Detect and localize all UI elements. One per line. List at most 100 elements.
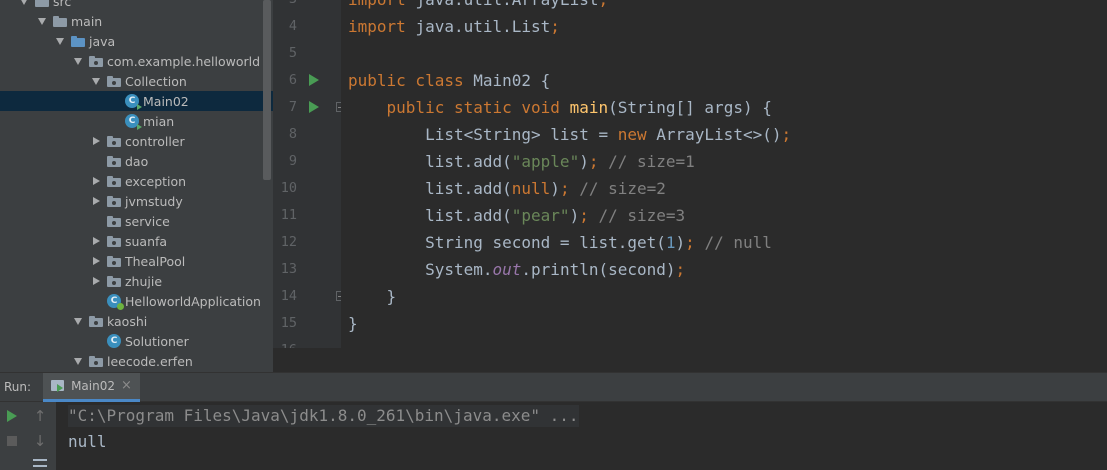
tree-item-solutioner[interactable]: C Solutioner bbox=[0, 331, 273, 351]
chevron-down-icon[interactable] bbox=[37, 16, 47, 26]
code-token: java.util.ArrayList bbox=[415, 0, 598, 9]
code-line: list.add("pear"); // size=3 bbox=[348, 202, 685, 229]
run-gutter-icon[interactable] bbox=[309, 101, 319, 113]
code-line: import java.util.ArrayList; bbox=[348, 0, 608, 13]
arrow-down-icon[interactable]: ↓ bbox=[30, 431, 50, 451]
tree-item-label: Solutioner bbox=[125, 333, 189, 349]
chevron-right-icon[interactable] bbox=[91, 196, 101, 206]
tree-item-suanfa[interactable]: suanfa bbox=[0, 231, 273, 251]
chevron-right-icon[interactable] bbox=[91, 236, 101, 246]
code-editor[interactable]: import java.util.ArrayList;import java.u… bbox=[341, 0, 1107, 348]
editor-bottom-area bbox=[273, 348, 1107, 372]
folder-icon bbox=[35, 0, 49, 7]
package-icon bbox=[107, 195, 121, 207]
run-gutter-icon[interactable] bbox=[309, 74, 319, 86]
tree-item-main[interactable]: main bbox=[0, 11, 273, 31]
run-config-icon bbox=[51, 379, 67, 393]
console-command-line: "C:\Program Files\Java\jdk1.8.0_261\bin\… bbox=[68, 405, 579, 427]
tree-item-service[interactable]: service bbox=[0, 211, 273, 231]
tree-item-thealpool[interactable]: ThealPool bbox=[0, 251, 273, 271]
code-line: String second = list.get(1); // null bbox=[348, 229, 772, 256]
tree-item-main02[interactable]: C Main02 bbox=[0, 91, 273, 111]
tree-item-kaoshi[interactable]: kaoshi bbox=[0, 311, 273, 331]
code-line: import java.util.List; bbox=[348, 13, 560, 40]
code-token: .println(second) bbox=[521, 260, 676, 279]
package-icon bbox=[89, 55, 103, 67]
code-token: ArrayList<>() bbox=[656, 125, 782, 144]
package-icon bbox=[107, 155, 121, 167]
tree-item-label: controller bbox=[125, 133, 185, 149]
code-token: main bbox=[569, 98, 609, 117]
chevron-down-icon[interactable] bbox=[73, 356, 83, 366]
code-line: public static void main(String[] args) { bbox=[348, 94, 772, 121]
run-toolbar: ↑ ↓ bbox=[0, 402, 56, 470]
run-panel-header: Run: Main02 × bbox=[0, 372, 1107, 402]
tree-item-java[interactable]: java bbox=[0, 31, 273, 51]
console-output[interactable]: "C:\Program Files\Java\jdk1.8.0_261\bin\… bbox=[56, 402, 1107, 470]
chevron-right-icon[interactable] bbox=[91, 256, 101, 266]
tree-item-collection[interactable]: Collection bbox=[0, 71, 273, 91]
tree-scrollbar[interactable] bbox=[263, 0, 271, 180]
tree-item-dao[interactable]: dao bbox=[0, 151, 273, 171]
chevron-right-icon[interactable] bbox=[91, 276, 101, 286]
code-token: out bbox=[492, 260, 522, 279]
chevron-down-icon[interactable] bbox=[91, 76, 101, 86]
tree-item-controller[interactable]: controller bbox=[0, 131, 273, 151]
line-number: 13 bbox=[280, 261, 297, 277]
code-token: java.util.List bbox=[415, 17, 551, 36]
code-token: list.add( bbox=[348, 152, 512, 171]
chevron-down-icon[interactable] bbox=[55, 36, 65, 46]
stop-button[interactable] bbox=[2, 431, 22, 451]
line-number: 12 bbox=[280, 234, 297, 250]
tree-item-label: service bbox=[125, 213, 170, 229]
java-class-icon: C bbox=[125, 94, 142, 110]
close-icon[interactable]: × bbox=[121, 378, 132, 393]
rerun-button[interactable] bbox=[2, 406, 22, 426]
soft-wrap-icon[interactable] bbox=[30, 456, 50, 470]
tree-item-label: exception bbox=[125, 173, 187, 189]
package-icon bbox=[107, 275, 121, 287]
code-token: ) bbox=[675, 233, 686, 252]
chevron-down-icon[interactable] bbox=[19, 0, 29, 6]
tree-item-label: ThealPool bbox=[125, 253, 186, 269]
chevron-right-icon[interactable] bbox=[91, 176, 101, 186]
chevron-down-icon[interactable] bbox=[73, 316, 83, 326]
tree-item-label: HelloworldApplication bbox=[125, 293, 261, 309]
tree-item-label: kaoshi bbox=[107, 313, 148, 329]
tree-item-com-example-helloworld[interactable]: com.example.helloworld bbox=[0, 51, 273, 71]
package-icon bbox=[107, 175, 121, 187]
code-token: null bbox=[511, 179, 551, 198]
tree-item-label: leecode.erfen bbox=[107, 353, 193, 369]
package-icon bbox=[107, 215, 121, 227]
folder-icon bbox=[71, 35, 85, 47]
code-token: ) bbox=[579, 152, 589, 171]
tree-item-label: zhujie bbox=[125, 273, 163, 289]
run-tab-label: Main02 bbox=[71, 378, 115, 393]
tree-item-jvmstudy[interactable]: jvmstudy bbox=[0, 191, 273, 211]
chevron-down-icon[interactable] bbox=[73, 56, 83, 66]
tree-item-helloworldapplication[interactable]: C HelloworldApplication bbox=[0, 291, 273, 311]
code-token: // size=1 bbox=[608, 152, 695, 171]
tab-main02[interactable]: Main02 × bbox=[43, 372, 140, 402]
arrow-up-icon[interactable]: ↑ bbox=[30, 406, 50, 426]
code-line: System.out.println(second); bbox=[348, 256, 685, 283]
chevron-right-icon[interactable] bbox=[91, 136, 101, 146]
line-number: 5 bbox=[288, 45, 297, 61]
tree-item-src[interactable]: src bbox=[0, 0, 273, 11]
java-class-icon: C bbox=[125, 114, 142, 130]
code-token: ; bbox=[598, 0, 608, 9]
tree-item-zhujie[interactable]: zhujie bbox=[0, 271, 273, 291]
line-number: 4 bbox=[288, 18, 297, 34]
java-class-icon: C bbox=[107, 294, 124, 310]
project-tree: src main java com.example.helloworld Collect… bbox=[0, 0, 273, 372]
tree-item-leecode-erfen[interactable]: leecode.erfen bbox=[0, 351, 273, 371]
line-number: 15 bbox=[280, 315, 297, 331]
package-icon bbox=[89, 315, 103, 327]
code-token: list.add( bbox=[348, 206, 512, 225]
code-token: ; bbox=[588, 152, 609, 171]
tree-item-exception[interactable]: exception bbox=[0, 171, 273, 191]
line-number: 11 bbox=[280, 207, 297, 223]
code-token: } bbox=[348, 287, 397, 306]
tree-item-mian[interactable]: Cmian bbox=[0, 111, 273, 131]
line-number: 6 bbox=[288, 72, 297, 88]
